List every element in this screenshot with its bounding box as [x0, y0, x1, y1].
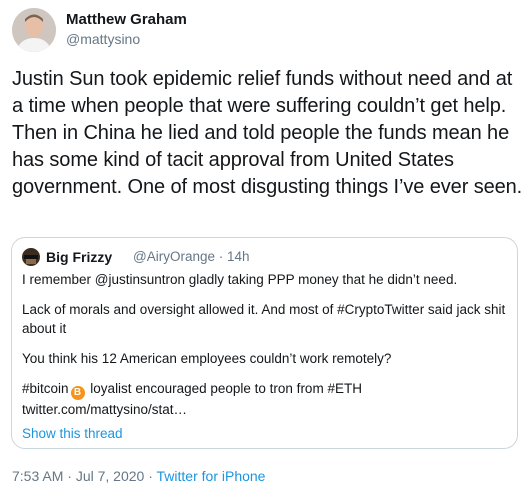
bitcoin-hashtag[interactable]: #bitcoin	[22, 381, 69, 396]
tweet-date[interactable]: Jul 7, 2020	[76, 468, 145, 484]
quote-paragraph: I remember @justinsuntron gladly taking …	[22, 272, 458, 287]
quote-avatar	[22, 248, 40, 266]
quote-meta: @AiryOrange · 14h	[133, 248, 250, 266]
quoted-tweet[interactable]: Big Frizzy @AiryOrange · 14h I remember …	[11, 237, 518, 449]
author-name[interactable]: Matthew Graham	[66, 11, 187, 29]
tweet-text: Justin Sun took epidemic relief funds wi…	[12, 68, 523, 198]
footer-separator: ·	[144, 468, 157, 484]
quote-paragraph: You think his 12 American employees coul…	[22, 351, 392, 366]
quote-author-handle: @AiryOrange	[133, 249, 215, 264]
quote-link[interactable]: twitter.com/mattysino/stat…	[22, 400, 507, 419]
quote-last-line: #bitcoin B loyalist encouraged people to …	[22, 379, 507, 400]
footer-separator: ·	[63, 468, 76, 484]
tweet-source[interactable]: Twitter for iPhone	[157, 468, 266, 484]
quote-last-line-rest: loyalist encouraged people to tron from …	[86, 381, 362, 396]
tweet-card: Matthew Graham @mattysino Justin Sun too…	[0, 0, 531, 494]
author-avatar[interactable]	[12, 8, 56, 52]
quote-paragraph: Lack of morals and oversight allowed it.…	[22, 302, 506, 336]
bitcoin-icon: B	[70, 386, 85, 400]
tweet-footer: 7:53 AM · Jul 7, 2020 · Twitter for iPho…	[12, 467, 265, 485]
tweet-time[interactable]: 7:53 AM	[12, 468, 63, 484]
quote-text: I remember @justinsuntron gladly taking …	[22, 270, 507, 419]
quote-separator: ·	[218, 249, 224, 264]
quote-time: 14h	[227, 249, 250, 264]
quote-author-name: Big Frizzy	[46, 249, 113, 265]
show-thread-link[interactable]: Show this thread	[22, 425, 123, 443]
author-handle[interactable]: @mattysino	[66, 30, 140, 48]
